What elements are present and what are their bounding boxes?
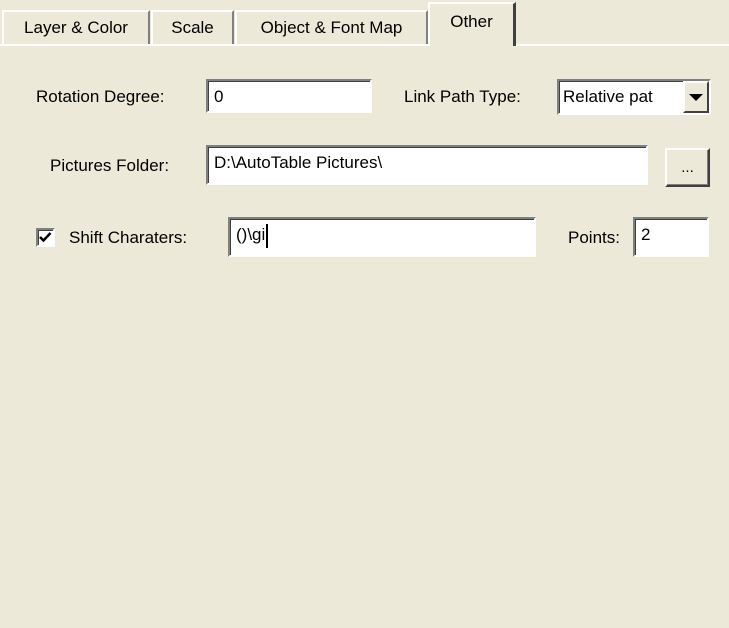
shift-characters-label: Shift Charaters: bbox=[69, 228, 188, 247]
tab-other[interactable]: Other bbox=[428, 2, 516, 46]
tab-label: Layer & Color bbox=[24, 18, 128, 37]
rotation-degree-input[interactable]: 0 bbox=[206, 79, 372, 113]
browse-button-label: ... bbox=[681, 159, 694, 176]
pictures-folder-input[interactable]: D:\AutoTable Pictures\ bbox=[206, 145, 648, 185]
tab-divider bbox=[0, 44, 729, 46]
tab-scale[interactable]: Scale bbox=[151, 10, 234, 44]
tab-label: Scale bbox=[171, 18, 214, 37]
text-caret bbox=[266, 223, 269, 248]
shift-characters-checkbox[interactable] bbox=[36, 228, 55, 247]
shift-characters-input[interactable]: ()\gi bbox=[228, 217, 536, 257]
pictures-folder-value: D:\AutoTable Pictures\ bbox=[214, 153, 383, 172]
rotation-degree-label: Rotation Degree: bbox=[36, 87, 165, 106]
browse-button[interactable]: ... bbox=[665, 148, 710, 187]
tab-label: Object & Font Map bbox=[260, 18, 403, 37]
checkmark-icon bbox=[39, 232, 52, 243]
tab-layer-color[interactable]: Layer & Color bbox=[2, 10, 150, 44]
tab-strip: Layer & Color Scale Object & Font Map Ot… bbox=[0, 0, 729, 46]
link-path-type-label: Link Path Type: bbox=[404, 87, 521, 106]
link-path-type-select[interactable]: Relative pat bbox=[557, 79, 711, 115]
points-label: Points: bbox=[568, 228, 620, 247]
points-value: 2 bbox=[641, 225, 651, 244]
link-path-type-value: Relative pat bbox=[563, 87, 653, 106]
shift-characters-value: ()\gi bbox=[236, 225, 266, 244]
options-panel: Layer & Color Scale Object & Font Map Ot… bbox=[0, 0, 729, 628]
tab-object-font-map[interactable]: Object & Font Map bbox=[235, 10, 428, 44]
rotation-degree-value: 0 bbox=[214, 87, 224, 106]
chevron-down-icon bbox=[689, 93, 703, 101]
points-input[interactable]: 2 bbox=[633, 217, 709, 257]
dropdown-button[interactable] bbox=[683, 81, 709, 113]
pictures-folder-label: Pictures Folder: bbox=[50, 156, 170, 175]
tab-label: Other bbox=[450, 12, 493, 31]
